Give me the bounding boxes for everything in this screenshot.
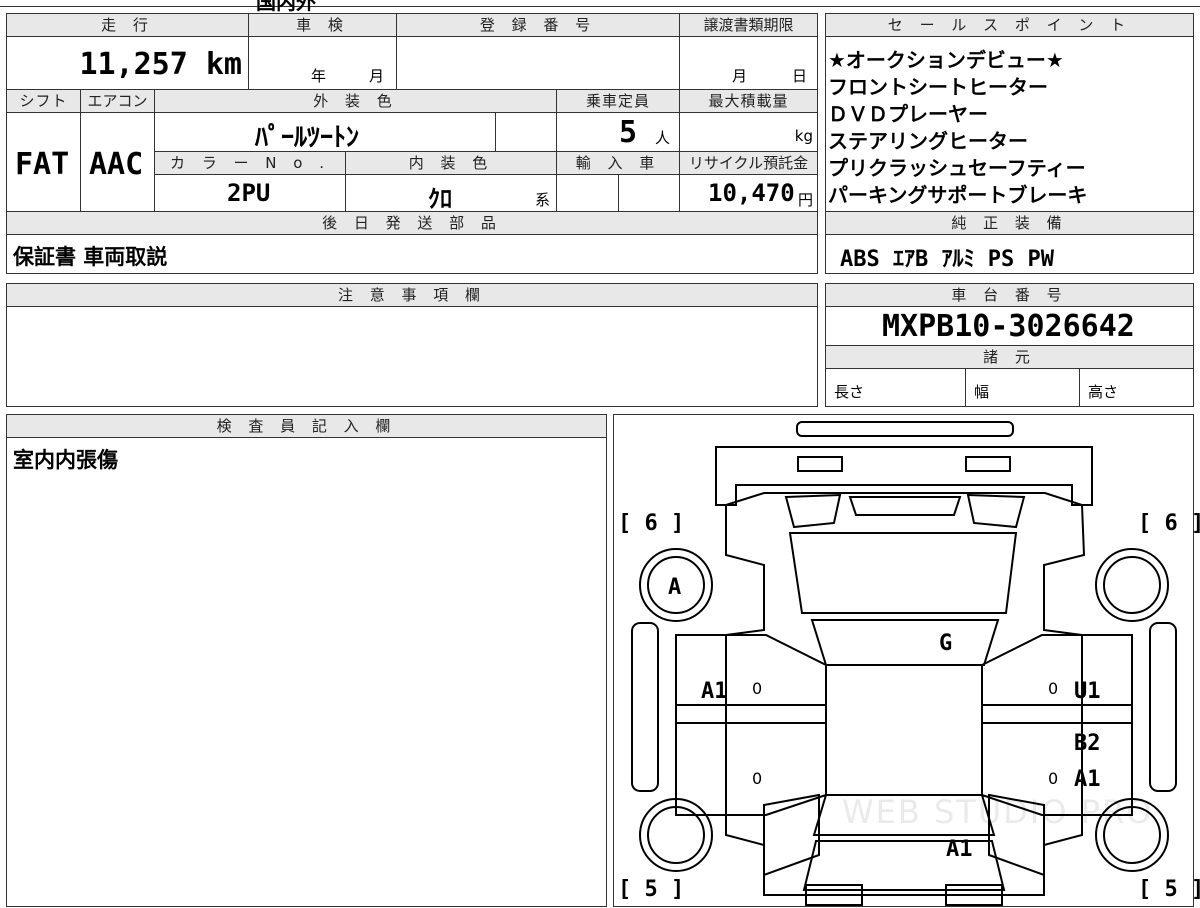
mileage-cell: 11,257 km xyxy=(6,36,249,90)
shaken-cell: 年 月 xyxy=(248,36,397,90)
aircon-cell: AAC xyxy=(80,112,155,212)
damage-mark-right-rear-door: A1 xyxy=(1074,767,1101,792)
exterior-extra-cell xyxy=(495,112,557,152)
reg-no-cell xyxy=(396,36,680,90)
max-load-unit: kg xyxy=(794,127,813,145)
capacity-unit: 人 xyxy=(655,129,671,147)
sales-point-item: ステアリングヒーター xyxy=(828,129,1028,153)
top-strip xyxy=(0,0,1200,7)
inspector-box: 室内内張傷 xyxy=(6,437,607,907)
tire-rear-left-depth: [ 5 ] xyxy=(618,877,685,902)
later-parts-header: 後 日 発 送 部 品 xyxy=(6,211,818,235)
mileage-header: 走 行 xyxy=(6,13,249,37)
notes-box xyxy=(6,306,818,407)
spec-width: 幅 xyxy=(974,383,990,401)
specs-header: 諸 元 xyxy=(825,345,1194,369)
tire-front-left-depth: [ 6 ] xyxy=(618,511,685,536)
chassis-header: 車 台 番 号 xyxy=(825,283,1194,307)
damage-mark-rear: A1 xyxy=(946,837,973,862)
damage-mark-right-rear-upper: B2 xyxy=(1074,731,1101,756)
genuine-equipment-cell: ABS ｴｱB ｱﾙﾐ PS PW xyxy=(825,234,1194,274)
recycle-unit: 円 xyxy=(797,191,813,209)
color-no-header: カ ラ ー N o . xyxy=(154,151,346,175)
exterior-cell: ﾊﾟｰﾙﾂｰﾄﾝ xyxy=(154,112,496,153)
car-diagram: [ 6 ] [ 6 ] [ 5 ] [ 5 ] A G A1 U1 B2 A1 … xyxy=(613,414,1200,907)
door-zero-mark: 0 xyxy=(1048,769,1059,788)
recycle-value: 10,470 xyxy=(708,179,795,207)
sales-point-item: ★オークションデビュー★ xyxy=(828,48,1064,72)
damage-mark-windshield: G xyxy=(939,631,953,656)
damage-mark-front-left: A xyxy=(668,575,682,600)
color-no-value: 2PU xyxy=(227,179,271,207)
interior-suffix: 系 xyxy=(534,191,550,209)
sales-point-item: ＤＶＤプレーヤー xyxy=(828,102,988,126)
aircon-header: エアコン xyxy=(80,89,155,113)
car-outline xyxy=(631,421,1177,906)
import-header: 輸 入 車 xyxy=(556,151,680,175)
interior-value: ｸﾛ xyxy=(428,185,452,213)
damage-mark-left-front-door: A1 xyxy=(701,679,728,704)
interior-cell: ｸﾛ 系 xyxy=(345,174,557,213)
max-load-header: 最大積載量 xyxy=(679,89,818,113)
import-cell-b xyxy=(618,174,680,212)
deadline-day: 日 xyxy=(792,67,808,85)
recycle-cell: 10,470 円 xyxy=(679,174,818,212)
deadline-cell: 月 日 xyxy=(679,36,818,90)
deadline-header: 譲渡書類期限 xyxy=(679,13,818,37)
sales-point-item: プリクラッシュセーフティー xyxy=(828,156,1086,180)
aircon-value: AAC xyxy=(89,147,144,182)
watermark: WEB STUDIO PRO xyxy=(842,793,1154,831)
tire-rear-right-depth: [ 5 ] xyxy=(1138,877,1200,902)
mileage-value: 11,257 km xyxy=(79,47,242,82)
sales-points-box: ★オークションデビュー★ フロントシートヒーター ＤＶＤプレーヤー ステアリング… xyxy=(825,36,1194,212)
sales-point-item: フロントシートヒーター xyxy=(828,75,1048,99)
shaken-month: 月 xyxy=(369,67,385,85)
door-zero-mark: 0 xyxy=(1048,679,1059,698)
interior-header: 内 装 色 xyxy=(345,151,557,175)
chassis-cell: MXPB10-3026642 xyxy=(825,306,1194,346)
door-zero-mark: 0 xyxy=(752,769,763,788)
later-parts-cell: 保証書 車両取説 xyxy=(6,234,818,274)
color-no-cell: 2PU xyxy=(154,174,346,212)
tire-front-right-depth: [ 6 ] xyxy=(1138,511,1200,536)
inspector-header: 検 査 員 記 入 欄 xyxy=(6,414,607,438)
exterior-header: 外 装 色 xyxy=(154,89,557,113)
spec-height: 高さ xyxy=(1088,383,1119,401)
capacity-cell: 5 人 xyxy=(556,112,680,152)
deadline-month: 月 xyxy=(732,67,748,85)
shaken-year: 年 xyxy=(311,67,327,85)
reg-no-header: 登 録 番 号 xyxy=(396,13,680,37)
shaken-header: 車 検 xyxy=(248,13,397,37)
max-load-cell: kg xyxy=(679,112,818,152)
genuine-equipment-header: 純 正 装 備 xyxy=(825,211,1194,235)
shift-cell: FAT xyxy=(6,112,81,212)
later-parts-value: 保証書 車両取説 xyxy=(13,245,168,269)
sales-point-item: パーキングサポートブレーキ xyxy=(828,183,1088,207)
door-zero-mark: 0 xyxy=(752,679,763,698)
spec-length: 長さ xyxy=(834,383,865,401)
spec-length-cell: 長さ xyxy=(825,368,966,407)
genuine-equipment-value: ABS ｴｱB ｱﾙﾐ PS PW xyxy=(840,247,1054,272)
shift-value: FAT xyxy=(15,147,70,182)
sales-points-header: セ ー ル ス ポ イ ン ト xyxy=(825,13,1194,37)
notes-header: 注 意 事 項 欄 xyxy=(6,283,818,307)
shift-header: シフト xyxy=(6,89,81,113)
capacity-header: 乗車定員 xyxy=(556,89,680,113)
spec-height-cell: 高さ xyxy=(1079,368,1194,407)
damage-mark-right-front-door: U1 xyxy=(1074,679,1101,704)
spec-width-cell: 幅 xyxy=(965,368,1080,407)
exterior-value: ﾊﾟｰﾙﾂｰﾄﾝ xyxy=(255,123,360,153)
chassis-value: MXPB10-3026642 xyxy=(882,309,1135,344)
recycle-header: リサイクル預託金 xyxy=(679,151,818,175)
import-cell-a xyxy=(556,174,619,212)
capacity-value: 5 xyxy=(619,115,638,150)
inspector-note: 室内内張傷 xyxy=(13,448,118,472)
